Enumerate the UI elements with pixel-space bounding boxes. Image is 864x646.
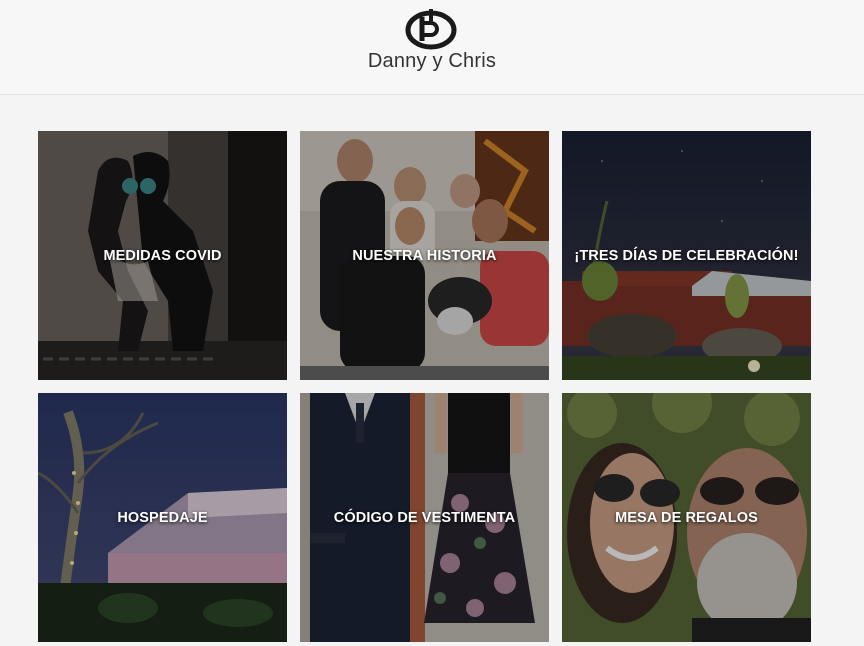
tile-codigo-vestimenta[interactable]: CÓDIGO DE VESTIMENTA bbox=[300, 393, 549, 642]
tile-label: ¡TRES DÍAS DE CELEBRACIÓN! bbox=[574, 248, 799, 264]
site-header: Danny y Chris bbox=[0, 0, 864, 95]
tile-medidas-covid[interactable]: MEDIDAS COVID bbox=[38, 131, 287, 380]
tile-label: MESA DE REGALOS bbox=[615, 510, 758, 526]
site-title[interactable]: Danny y Chris bbox=[0, 50, 864, 73]
tile-label: HOSPEDAJE bbox=[117, 510, 208, 526]
tile-hospedaje[interactable]: HOSPEDAJE bbox=[38, 393, 287, 642]
tile-label: CÓDIGO DE VESTIMENTA bbox=[333, 510, 516, 526]
tile-label: MEDIDAS COVID bbox=[103, 248, 222, 264]
tile-nuestra-historia[interactable]: NUESTRA HISTORIA bbox=[300, 131, 549, 380]
dc-monogram-logo-icon[interactable] bbox=[405, 7, 457, 51]
tile-label: NUESTRA HISTORIA bbox=[352, 248, 497, 264]
tile-tres-dias-celebracion[interactable]: ¡TRES DÍAS DE CELEBRACIÓN! bbox=[562, 131, 811, 380]
tile-mesa-regalos[interactable]: MESA DE REGALOS bbox=[562, 393, 811, 642]
